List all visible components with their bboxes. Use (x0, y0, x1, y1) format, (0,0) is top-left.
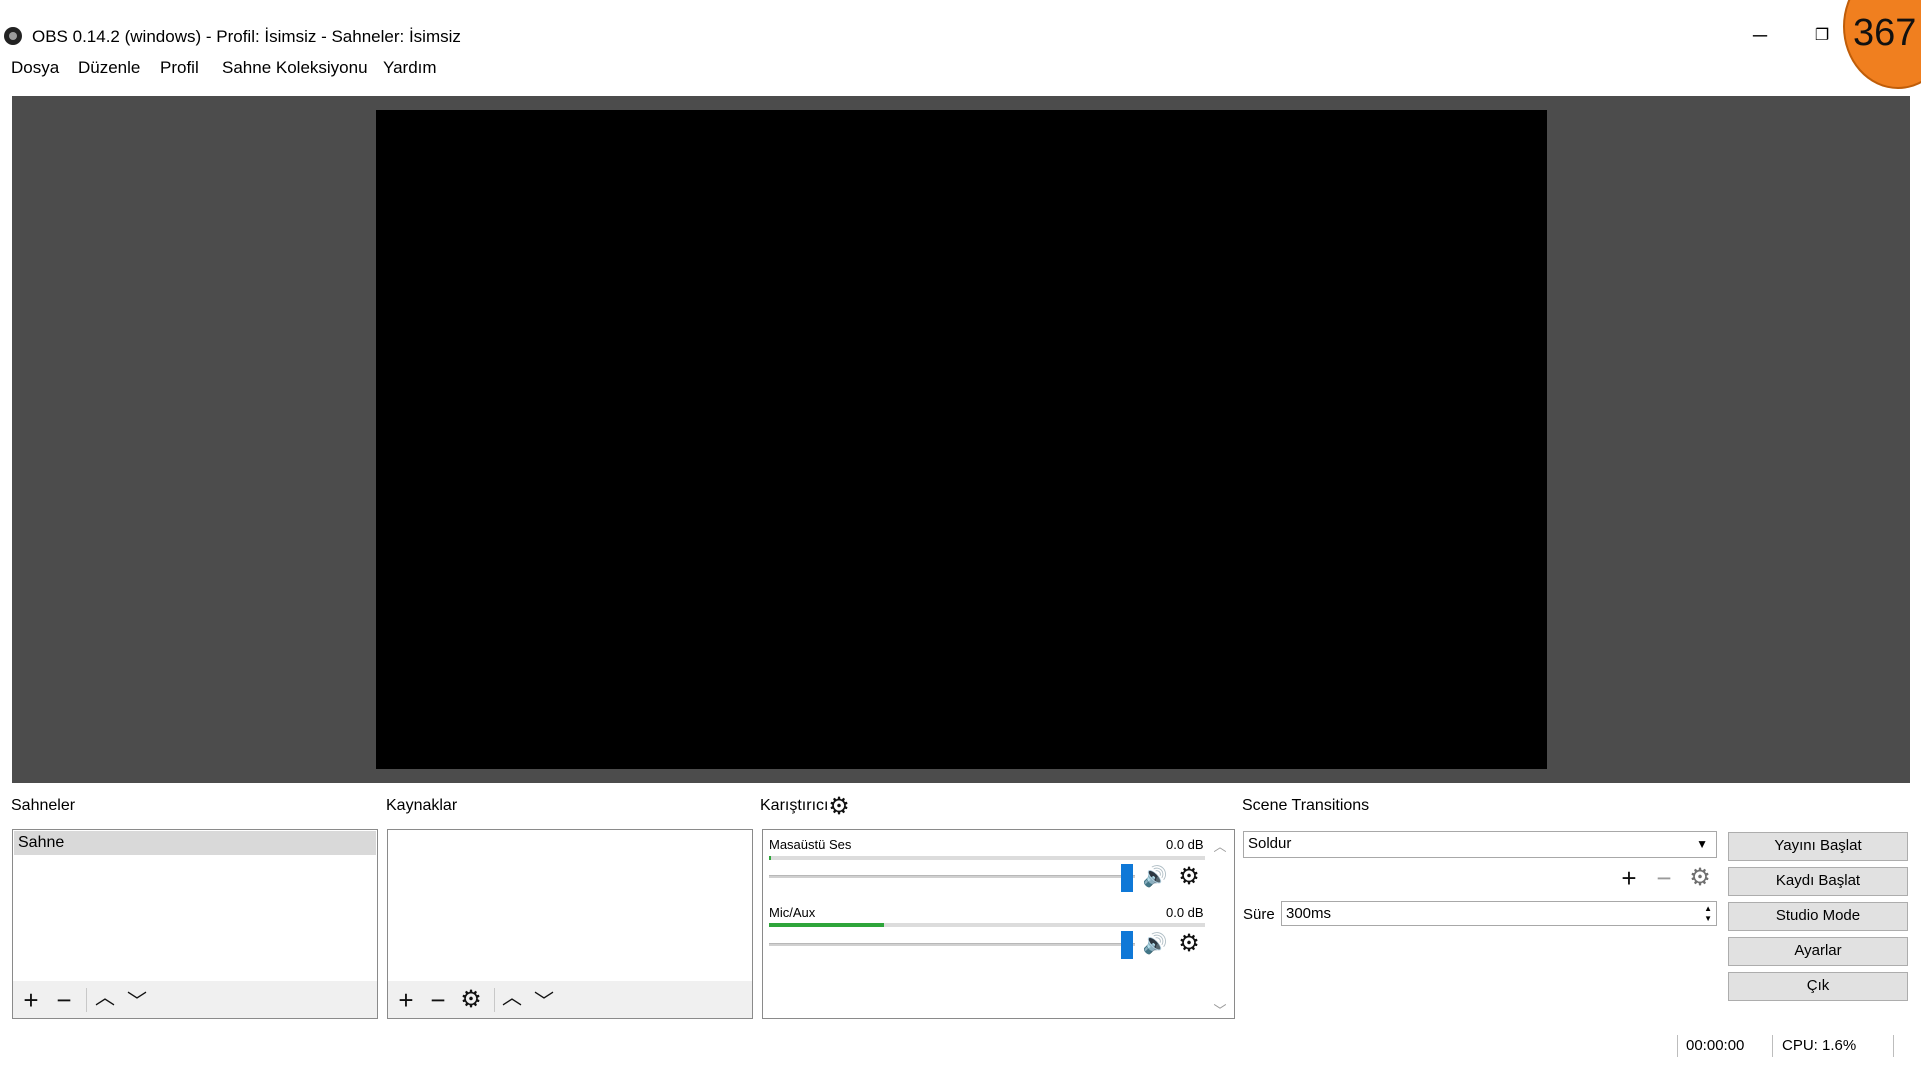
status-separator (1772, 1035, 1773, 1057)
mixer-channel-name: Masaüstü Ses (769, 837, 852, 852)
speaker-icon: 🔊 (1142, 866, 1168, 888)
app-logo-icon (4, 27, 22, 45)
mixer-channel-db: 0.0 dB (1166, 837, 1204, 852)
add-source-button[interactable]: + (393, 986, 419, 1014)
duration-value: 300ms (1286, 905, 1332, 922)
window-title: OBS 0.14.2 (windows) - Profil: İsimsiz -… (32, 27, 461, 46)
chevron-up-icon: ︿ (502, 987, 522, 1009)
preview-canvas[interactable] (376, 110, 1547, 769)
settings-button[interactable]: Ayarlar (1728, 937, 1908, 966)
menu-duzenle[interactable]: Düzenle (78, 58, 140, 78)
source-properties-button[interactable]: ⚙ (458, 986, 484, 1014)
chevron-up-icon: ︿ (95, 987, 115, 1009)
minus-icon: − (56, 985, 72, 1015)
remove-transition-button[interactable]: − (1651, 864, 1677, 892)
audio-meter-level (769, 856, 771, 860)
minimize-button[interactable]: ─ (1740, 18, 1780, 54)
minus-icon: − (430, 985, 446, 1015)
chevron-down-icon: ▼ (1696, 837, 1708, 851)
gear-icon: ⚙ (828, 793, 850, 820)
volume-slider-handle[interactable] (1121, 864, 1133, 892)
menu-sahne-koleksiyonu[interactable]: Sahne Koleksiyonu (222, 58, 368, 78)
remove-scene-button[interactable]: − (51, 986, 77, 1014)
scenes-dock-title: Sahneler (11, 797, 76, 814)
menu-yardim[interactable]: Yardım (383, 58, 437, 78)
mute-button[interactable]: 🔊 (1140, 864, 1170, 889)
toolbar-separator (86, 988, 87, 1012)
toolbar-separator (494, 988, 495, 1012)
transition-select[interactable]: Soldur ▼ (1243, 831, 1717, 858)
mute-button[interactable]: 🔊 (1140, 931, 1170, 956)
move-source-up-button[interactable]: ︿ (499, 984, 525, 1012)
plus-icon: + (23, 985, 39, 1015)
sources-dock-title: Kaynaklar (386, 797, 458, 814)
audio-meter-level (769, 923, 884, 927)
scene-list-item[interactable]: Sahne (14, 831, 376, 855)
speaker-icon: 🔊 (1142, 933, 1168, 955)
volume-slider[interactable] (769, 875, 1135, 878)
minus-icon: − (1656, 863, 1672, 893)
status-separator (1677, 1035, 1678, 1057)
status-separator (1893, 1035, 1894, 1057)
channel-settings-button[interactable]: ⚙ (1176, 929, 1202, 958)
badge-number: 367 (1853, 12, 1917, 54)
move-scene-down-button[interactable]: ﹀ (124, 988, 150, 1016)
gear-icon: ⚙ (1178, 863, 1200, 890)
mixer-scroll-up[interactable]: ︿ (1211, 836, 1229, 855)
plus-icon: + (1621, 863, 1637, 893)
gear-icon: ⚙ (1178, 930, 1200, 957)
exit-button[interactable]: Çık (1728, 972, 1908, 1001)
menu-dosya[interactable]: Dosya (11, 58, 59, 78)
start-recording-button[interactable]: Kaydı Başlat (1728, 867, 1908, 896)
mixer-channel-name: Mic/Aux (769, 905, 816, 920)
duration-spinbox[interactable]: 300ms ▲ ▼ (1281, 901, 1717, 926)
chevron-down-icon: ﹀ (534, 991, 554, 1013)
channel-settings-button[interactable]: ⚙ (1176, 862, 1202, 891)
transitions-dock-title: Scene Transitions (1242, 797, 1370, 814)
mixer-scroll-down[interactable]: ﹀ (1211, 1000, 1229, 1019)
restore-button[interactable]: ❐ (1802, 18, 1842, 54)
gear-icon: ⚙ (460, 986, 482, 1013)
transition-select-value: Soldur (1248, 835, 1292, 852)
move-scene-up-button[interactable]: ︿ (92, 984, 118, 1012)
studio-mode-button[interactable]: Studio Mode (1728, 902, 1908, 931)
gear-icon: ⚙ (1689, 864, 1711, 891)
transition-properties-button[interactable]: ⚙ (1687, 864, 1713, 892)
mixer-channel-db: 0.0 dB (1166, 905, 1204, 920)
move-source-down-button[interactable]: ﹀ (531, 988, 557, 1016)
plus-icon: + (398, 985, 414, 1015)
remove-source-button[interactable]: − (425, 986, 451, 1014)
mixer-settings-button[interactable]: ⚙ (826, 792, 852, 821)
status-time: 00:00:00 (1686, 1037, 1745, 1054)
volume-slider-handle[interactable] (1121, 931, 1133, 959)
duration-label: Süre (1243, 906, 1275, 923)
status-cpu: CPU: 1.6% (1782, 1037, 1857, 1054)
volume-slider[interactable] (769, 943, 1135, 946)
audio-meter (769, 856, 1205, 860)
spin-arrows-icon[interactable]: ▲ ▼ (1704, 904, 1712, 924)
chevron-down-icon: ﹀ (127, 991, 147, 1013)
add-scene-button[interactable]: + (18, 986, 44, 1014)
menu-profil[interactable]: Profil (160, 58, 199, 78)
mixer-dock-title: Karıştırıcı (760, 797, 829, 814)
add-transition-button[interactable]: + (1616, 864, 1642, 892)
start-streaming-button[interactable]: Yayını Başlat (1728, 832, 1908, 861)
